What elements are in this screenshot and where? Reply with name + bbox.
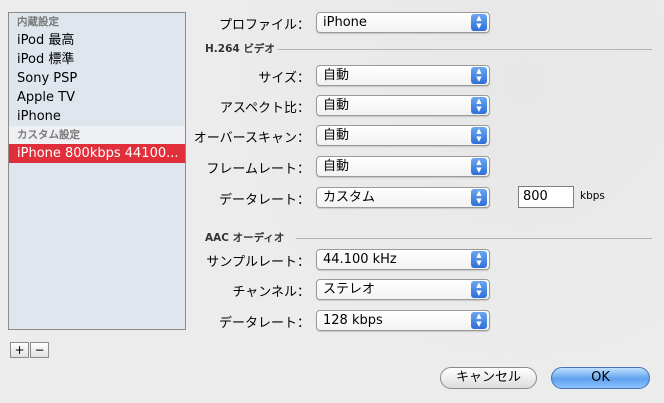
preset-add-remove: + − [10,342,50,358]
video-section-divider [278,49,652,50]
size-value: 自動 [323,68,350,83]
popup-arrows-icon: ▲ ▼ [471,158,487,175]
preset-item-custom-iphone[interactable]: iPhone 800kbps 44100... [9,144,185,163]
builtin-presets-header: 内蔵設定 [17,16,59,28]
audio-datarate-popup[interactable]: 128 kbps ▲ ▼ [316,310,490,331]
audio-datarate-label: データレート： [218,316,310,331]
popup-arrows-icon: ▲ ▼ [471,312,487,329]
video-datarate-value: カスタム [323,190,376,205]
aspect-popup[interactable]: 自動 ▲ ▼ [316,95,490,116]
preset-item-iphone[interactable]: iPhone [9,107,185,126]
aspect-label: アスペクト比： [219,101,310,116]
overscan-popup[interactable]: 自動 ▲ ▼ [316,125,490,146]
overscan-value: 自動 [323,128,350,143]
popup-arrows-icon: ▲ ▼ [471,67,487,84]
preset-item-sony-psp[interactable]: Sony PSP [9,69,185,88]
remove-preset-button[interactable]: − [30,342,49,358]
overscan-label: オーバースキャン： [193,131,310,146]
popup-arrows-icon: ▲ ▼ [471,127,487,144]
preset-item-ipod-best[interactable]: iPod 最高 [9,31,185,50]
preset-item-ipod-standard[interactable]: iPod 標準 [9,50,185,69]
popup-arrows-icon: ▲ ▼ [471,189,487,206]
size-label: サイズ： [258,71,310,86]
add-preset-button[interactable]: + [10,342,29,358]
samplerate-value: 44.100 kHz [323,252,397,267]
profile-label: プロファイル： [218,18,310,33]
preset-list[interactable]: 内蔵設定 iPod 最高 iPod 標準 Sony PSP Apple TV i… [8,12,186,330]
video-datarate-popup[interactable]: カスタム ▲ ▼ [316,187,490,208]
channels-label: チャンネル： [232,285,310,300]
custom-presets-header: カスタム設定 [9,126,185,144]
aspect-value: 自動 [323,98,350,113]
framerate-value: 自動 [323,159,350,174]
size-popup[interactable]: 自動 ▲ ▼ [316,65,490,86]
popup-arrows-icon: ▲ ▼ [471,14,487,31]
channels-popup[interactable]: ステレオ ▲ ▼ [316,279,490,300]
video-section-header: H.264 ビデオ [205,43,275,55]
audio-section-divider [296,238,652,239]
profile-value: iPhone [323,15,367,30]
samplerate-label: サンプルレート： [206,255,310,270]
ok-button[interactable]: OK [551,367,650,389]
video-datarate-unit: kbps [580,190,605,202]
samplerate-popup[interactable]: 44.100 kHz ▲ ▼ [316,249,490,270]
framerate-popup[interactable]: 自動 ▲ ▼ [316,156,490,177]
popup-arrows-icon: ▲ ▼ [471,281,487,298]
popup-arrows-icon: ▲ ▼ [471,251,487,268]
preset-item-apple-tv[interactable]: Apple TV [9,88,185,107]
channels-value: ステレオ [323,282,376,297]
framerate-label: フレームレート： [206,162,310,177]
video-datarate-input[interactable]: 800 [518,186,574,208]
popup-arrows-icon: ▲ ▼ [471,97,487,114]
profile-popup[interactable]: iPhone ▲ ▼ [316,12,490,33]
cancel-button[interactable]: キャンセル [440,367,537,389]
audio-datarate-value: 128 kbps [323,313,383,328]
video-datarate-label: データレート： [218,193,310,208]
audio-section-header: AAC オーディオ [205,232,285,244]
